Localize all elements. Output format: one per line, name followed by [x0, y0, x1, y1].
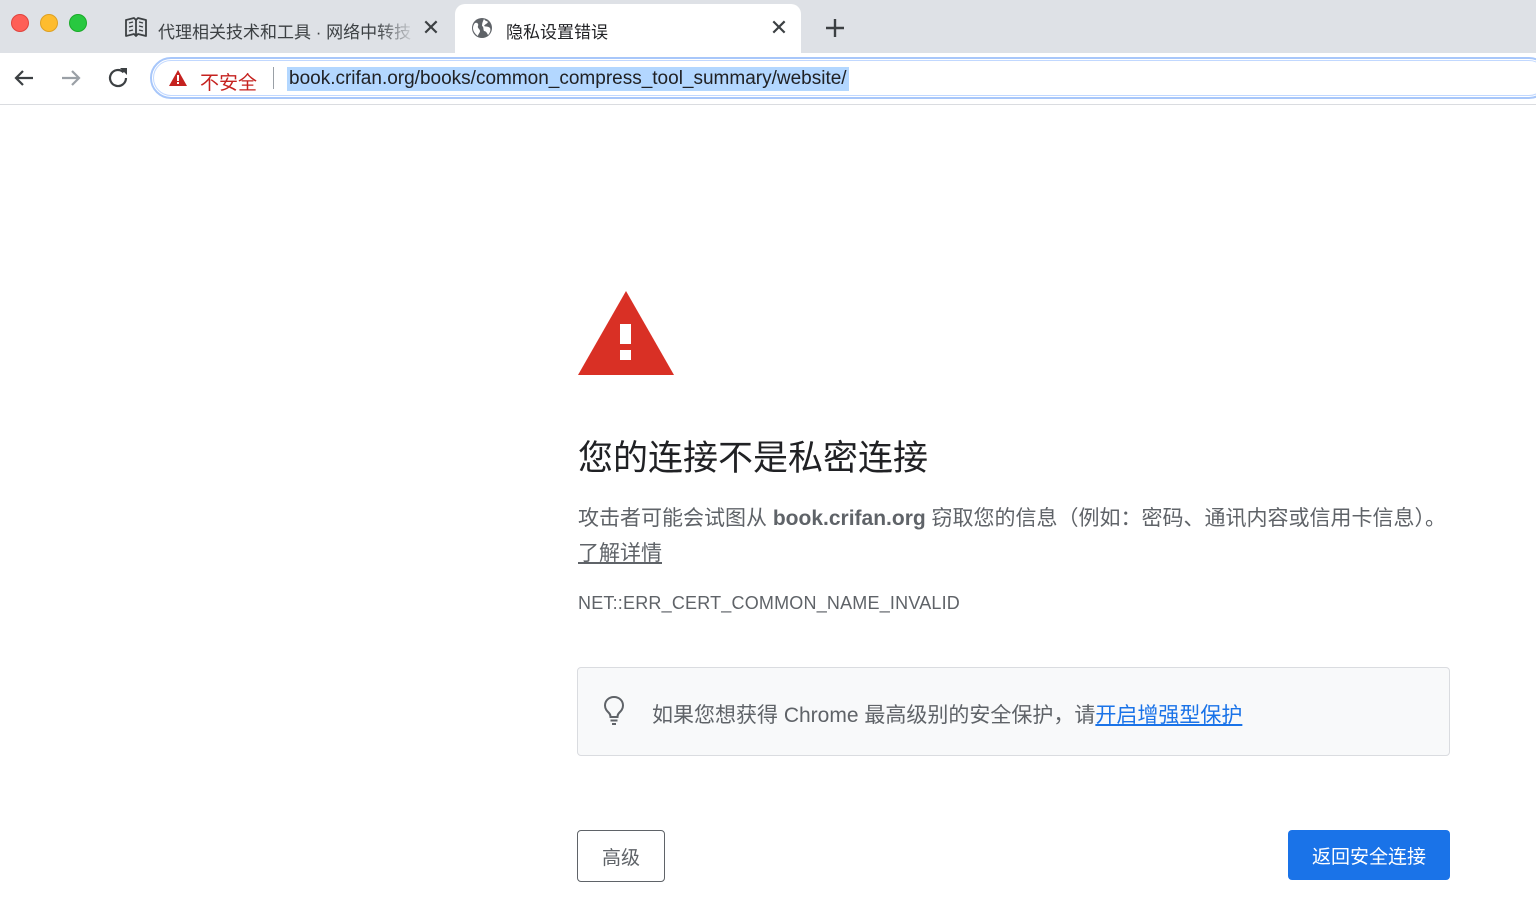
browser-window: 代理相关技术和工具 · 网络中转技 ✕ 隐私设置错误 ✕ 不安全 book.cr… — [0, 0, 1536, 919]
reload-button[interactable] — [103, 63, 133, 93]
globe-icon — [471, 17, 495, 39]
tab-title: 代理相关技术和工具 · 网络中转技 — [158, 23, 412, 42]
error-code[interactable]: NET::ERR_CERT_COMMON_NAME_INVALID — [578, 593, 960, 614]
arrow-right-icon — [62, 70, 81, 86]
url-text[interactable]: book.crifan.org/books/common_compress_to… — [287, 67, 849, 91]
tab-strip: 代理相关技术和工具 · 网络中转技 ✕ 隐私设置错误 ✕ — [0, 0, 1536, 53]
arrow-left-icon — [14, 70, 33, 86]
zoom-window-button[interactable] — [69, 14, 87, 32]
host-name: book.crifan.org — [772, 507, 926, 530]
lightbulb-icon — [603, 695, 625, 725]
page-title: 您的连接不是私密连接 — [578, 439, 929, 478]
new-tab-button[interactable] — [820, 13, 850, 43]
close-tab-icon[interactable]: ✕ — [420, 17, 442, 39]
back-button[interactable] — [9, 63, 39, 93]
close-tab-icon[interactable]: ✕ — [768, 17, 790, 39]
reload-icon — [108, 68, 128, 88]
forward-button[interactable] — [56, 63, 86, 93]
address-bar[interactable]: 不安全 book.crifan.org/books/common_compres… — [150, 57, 1536, 99]
learn-more-link[interactable]: 了解详情 — [578, 542, 662, 565]
not-secure-label[interactable]: 不安全 — [200, 68, 257, 95]
enhanced-protection-text: 如果您想获得 Chrome 最高级别的安全保护，请开启增强型保护 — [652, 699, 1242, 729]
not-secure-warning-icon[interactable] — [168, 69, 188, 87]
back-to-safety-button[interactable]: 返回安全连接 — [1288, 830, 1450, 880]
plus-icon — [826, 19, 844, 37]
enhanced-protection-banner: 如果您想获得 Chrome 最高级别的安全保护，请开启增强型保护 — [577, 667, 1450, 756]
tab-privacy-error[interactable]: 隐私设置错误 ✕ — [455, 4, 801, 53]
tab-proxy-tools[interactable]: 代理相关技术和工具 · 网络中转技 ✕ — [112, 4, 452, 53]
error-description: 攻击者可能会试图从 book.crifan.org 窃取您的信息（例如：密码、通… — [578, 501, 1448, 571]
omnibox-separator — [273, 67, 274, 89]
advanced-button[interactable]: 高级 — [577, 830, 665, 882]
minimize-window-button[interactable] — [40, 14, 58, 32]
tab-title: 隐私设置错误 — [506, 23, 608, 42]
message-text: 窃取您的信息（例如：密码、通讯内容或信用卡信息）。 — [925, 507, 1447, 530]
message-text: 攻击者可能会试图从 — [578, 507, 773, 530]
enhanced-protection-link[interactable]: 开启增强型保护 — [1095, 704, 1242, 727]
privacy-error-page: 您的连接不是私密连接 攻击者可能会试图从 book.crifan.org 窃取您… — [0, 105, 1536, 919]
warning-triangle-icon — [578, 291, 674, 375]
close-window-button[interactable] — [11, 14, 29, 32]
toolbar: 不安全 book.crifan.org/books/common_compres… — [0, 53, 1536, 105]
enhanced-protection-message: 如果您想获得 Chrome 最高级别的安全保护，请 — [652, 704, 1096, 727]
book-icon — [124, 17, 148, 39]
